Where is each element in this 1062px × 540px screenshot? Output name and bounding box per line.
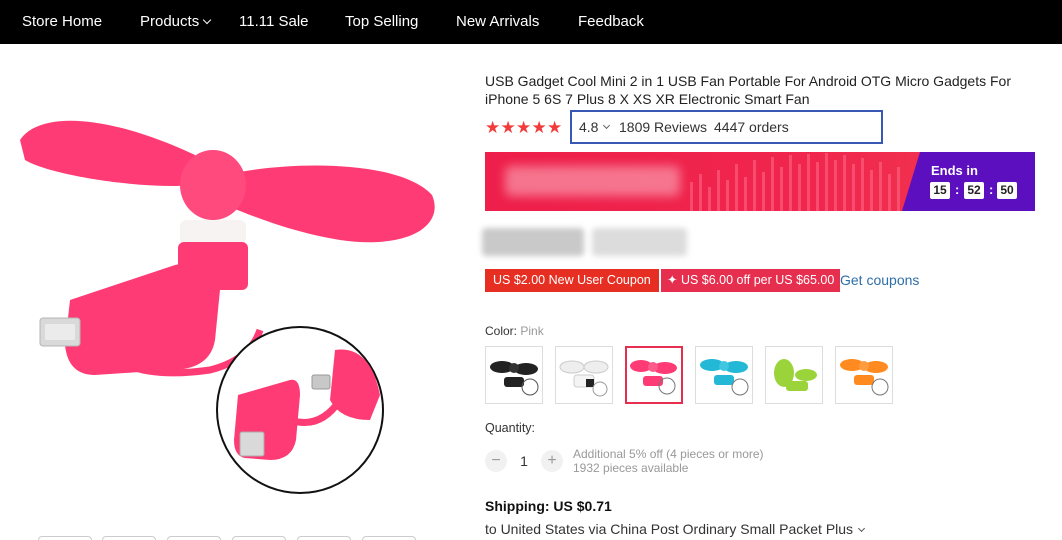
quantity-input[interactable]: 1	[510, 453, 538, 469]
color-label-text: Color:	[485, 324, 518, 338]
price-blurred	[482, 228, 692, 256]
new-user-coupon[interactable]: US $2.00 New User Coupon	[485, 266, 659, 292]
color-swatch-black[interactable]	[485, 346, 543, 404]
star-icon: ★	[547, 118, 563, 137]
swatch-image	[840, 359, 889, 396]
reviews-link[interactable]: 1809 Reviews	[619, 119, 707, 135]
nav-sale[interactable]: 11.11 Sale	[239, 13, 309, 30]
quantity-increase-button[interactable]: +	[541, 450, 563, 472]
countdown-hours: 15	[930, 182, 950, 199]
swatch-image	[774, 359, 817, 391]
swatch-image	[559, 360, 609, 397]
nav-products[interactable]: Products	[140, 13, 212, 30]
rating-value[interactable]: 4.8	[579, 119, 598, 135]
shipping-method-label: to United States via China Post Ordinary…	[485, 521, 854, 537]
get-coupons-link[interactable]: Get coupons	[840, 272, 919, 288]
nav-store-home[interactable]: Store Home	[22, 13, 102, 30]
nav-products-label: Products	[140, 13, 200, 30]
countdown-panel: Ends in 15 : 52 : 50	[902, 152, 1035, 211]
color-swatch-white[interactable]	[555, 346, 613, 404]
chevron-down-icon	[858, 524, 866, 533]
quantity-info: Additional 5% off (4 pieces or more) 193…	[573, 447, 764, 475]
swatch-image	[630, 360, 677, 395]
bulk-discount-note: Additional 5% off (4 pieces or more)	[573, 447, 764, 461]
quantity-decrease-button[interactable]: −	[485, 450, 507, 472]
star-rating: ★ ★ ★ ★ ★	[485, 119, 563, 137]
nav-feedback[interactable]: Feedback	[578, 13, 644, 30]
swatch-image	[700, 359, 749, 396]
shipping-cost: Shipping: US $0.71	[485, 498, 612, 514]
nav-new-arrivals[interactable]: New Arrivals	[456, 13, 539, 30]
color-swatch-orange[interactable]	[835, 346, 893, 404]
color-swatch-green[interactable]	[765, 346, 823, 404]
nav-top-selling[interactable]: Top Selling	[345, 13, 418, 30]
countdown-minutes: 52	[964, 182, 984, 199]
star-icon: ★	[531, 118, 547, 137]
ends-in-label: Ends in	[931, 163, 978, 178]
chevron-down-icon	[202, 15, 212, 25]
flash-deal-banner: Ends in 15 : 52 : 50	[485, 152, 1035, 211]
thumbnail[interactable]	[362, 536, 416, 540]
thumbnail[interactable]	[232, 536, 286, 540]
product-image[interactable]	[0, 44, 470, 540]
rating-row: ★ ★ ★ ★ ★	[485, 118, 563, 138]
blurred-text	[505, 166, 680, 196]
store-coupon[interactable]: ✦ US $6.00 off per US $65.00	[661, 269, 841, 292]
countdown-separator: :	[955, 182, 960, 197]
star-icon: ★	[516, 118, 532, 137]
store-coupon-label: US $6.00 off per US $65.00	[680, 273, 835, 287]
store-nav-bar: Store Home Products 11.11 Sale Top Selli…	[0, 0, 1062, 44]
thumbnail[interactable]	[102, 536, 156, 540]
product-title: USB Gadget Cool Mini 2 in 1 USB Fan Port…	[485, 73, 1011, 107]
swatch-image	[490, 361, 539, 396]
color-swatch-cyan[interactable]	[695, 346, 753, 404]
thumbnail[interactable]	[297, 536, 351, 540]
selected-color: Pink	[520, 324, 544, 338]
orders-count: 4447 orders	[714, 119, 789, 135]
stock-available: 1932 pieces available	[573, 461, 689, 475]
shipping-method[interactable]: to United States via China Post Ordinary…	[485, 521, 866, 537]
quantity-label: Quantity:	[485, 421, 536, 435]
usb-fan-illustration	[20, 120, 435, 494]
color-label: Color: Pink	[485, 324, 544, 338]
thumbnail[interactable]	[167, 536, 221, 540]
thumbnail[interactable]	[38, 536, 92, 540]
countdown-separator: :	[989, 182, 994, 197]
star-icon: ★	[500, 118, 516, 137]
star-icon: ★	[485, 118, 501, 137]
countdown-seconds: 50	[997, 182, 1017, 199]
color-swatch-pink[interactable]	[625, 346, 683, 404]
